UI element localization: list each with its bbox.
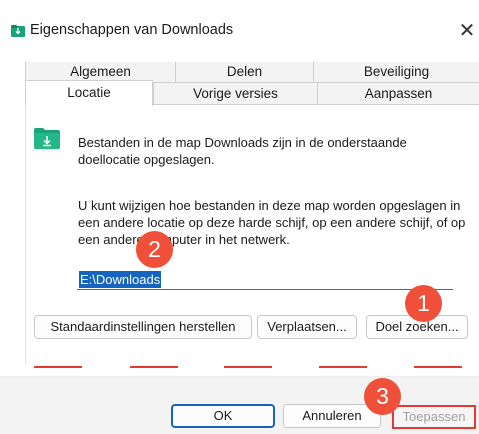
step-marker-3: 3 (364, 378, 401, 415)
tab-vorige-versies[interactable]: Vorige versies (153, 82, 317, 104)
red-mark (130, 366, 178, 368)
red-mark (34, 366, 82, 368)
red-mark (414, 366, 462, 368)
tab-strip: Algemeen Delen Beveiliging Locatie Vorig… (0, 52, 479, 106)
tab-delen[interactable]: Delen (175, 62, 313, 82)
ok-button[interactable]: OK (171, 404, 275, 428)
downloads-folder-icon (11, 25, 25, 37)
window-title: Eigenschappen van Downloads (30, 22, 234, 38)
apply-button[interactable]: Toepassen (392, 405, 476, 429)
location-info: U kunt wijzigen hoe bestanden in deze ma… (78, 198, 466, 247)
step-marker-1: 1 (405, 285, 442, 322)
red-mark (319, 366, 367, 368)
location-description: Bestanden in de map Downloads zijn in de… (78, 135, 407, 167)
cancel-button[interactable]: Annuleren (283, 404, 381, 428)
move-button[interactable]: Verplaatsen... (257, 315, 357, 339)
tab-beveiliging[interactable]: Beveiliging (313, 62, 479, 82)
restore-defaults-button[interactable]: Standaardinstellingen herstellen (34, 315, 252, 339)
tab-locatie[interactable]: Locatie (25, 80, 153, 106)
red-mark (224, 366, 272, 368)
close-button[interactable]: ✕ (456, 18, 478, 44)
step-marker-2: 2 (136, 231, 173, 268)
downloads-folder-icon (34, 128, 60, 149)
tab-algemeen[interactable]: Algemeen (25, 62, 175, 82)
path-input-selected-text: E:\Downloads (79, 271, 162, 288)
tab-aanpassen[interactable]: Aanpassen (317, 82, 479, 104)
title-bar: Eigenschappen van Downloads ✕ (0, 0, 479, 52)
